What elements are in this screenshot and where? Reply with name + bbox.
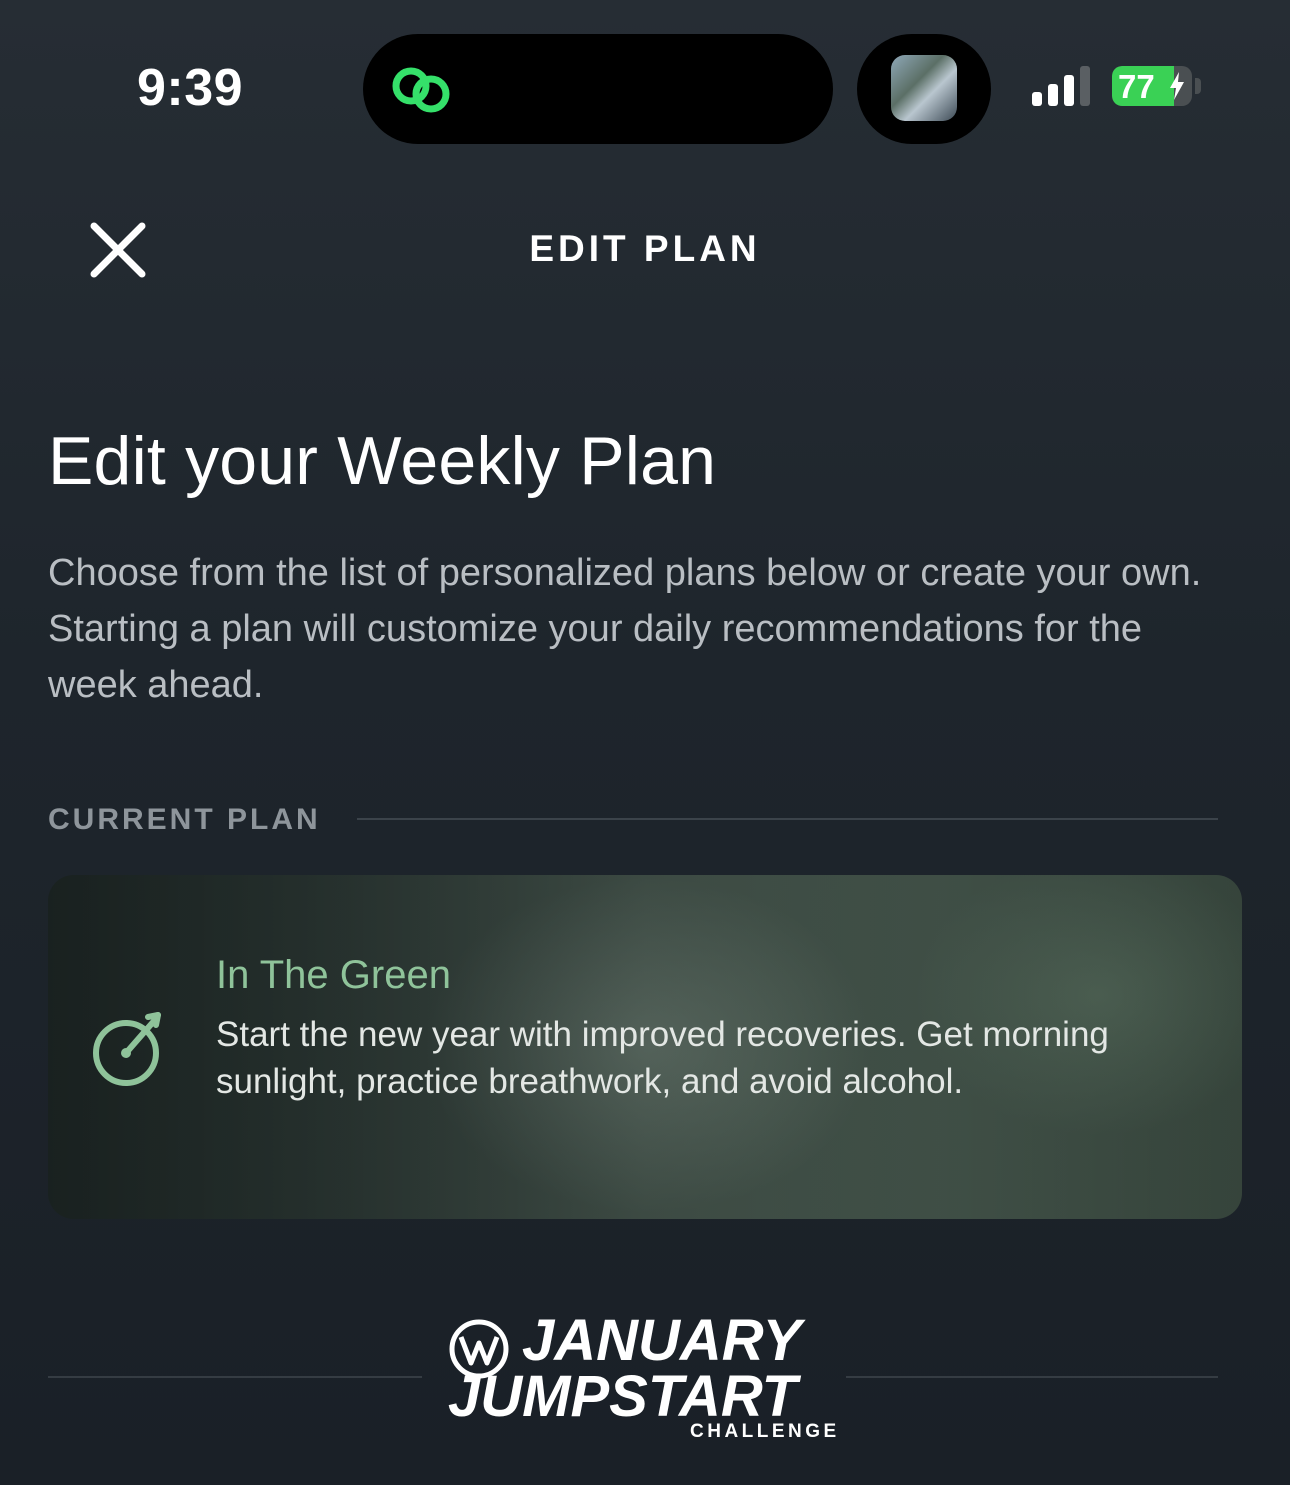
header-title: EDIT PLAN [529, 228, 761, 269]
plan-name: In The Green [216, 953, 451, 997]
logo-divider-left [48, 1376, 422, 1378]
logo-divider-right [846, 1376, 1218, 1378]
now-playing-bubble[interactable] [857, 34, 991, 144]
current-plan-card[interactable]: In The Green Start the new year with imp… [48, 875, 1242, 1219]
current-plan-label: CURRENT PLAN [48, 803, 321, 836]
edit-plan-screen: 9:39 77 EDIT PLAN Edit your Weekly Plan … [0, 0, 1290, 1485]
charging-bolt-icon [1170, 72, 1184, 100]
link-icon [392, 67, 450, 113]
challenge-logo-line1: JANUARY [522, 1308, 802, 1373]
target-icon [93, 1012, 161, 1086]
signal-icon [1032, 66, 1090, 106]
section-divider [357, 818, 1218, 820]
status-time: 9:39 [137, 59, 244, 117]
challenge-logo-line2: JUMPSTART [448, 1364, 798, 1429]
media-thumbnail [891, 55, 957, 121]
dynamic-island[interactable] [363, 34, 833, 144]
intro-text: Choose from the list of personalized pla… [48, 552, 1202, 706]
challenge-logo-line3: CHALLENGE [690, 1421, 840, 1442]
battery-icon: 77 [1112, 66, 1192, 106]
battery-nub [1195, 78, 1201, 94]
plan-description: Start the new year with improved recover… [216, 1015, 1109, 1101]
battery-level: 77 [1118, 68, 1155, 105]
page-title: Edit your Weekly Plan [48, 423, 717, 499]
